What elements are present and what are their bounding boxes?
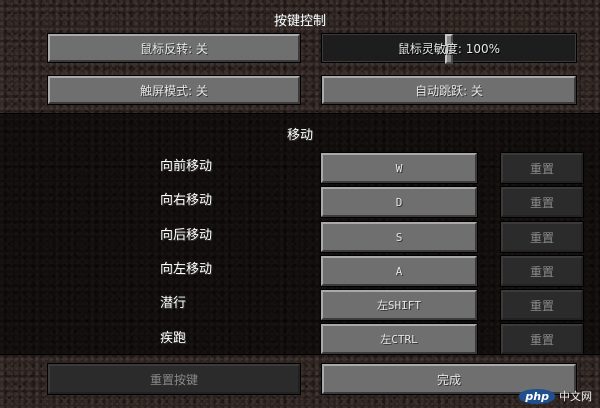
binding-label-sprint: 疾跑 (160, 331, 187, 346)
section-title-movement: 移动 (286, 128, 313, 143)
reset-all-keys-button[interactable]: 重置按键 (47, 363, 301, 395)
binding-key-right[interactable]: D (320, 186, 478, 218)
mouse-sensitivity-slider[interactable]: 鼠标灵敏度: 100% (321, 33, 577, 64)
binding-label-forward: 向前移动 (160, 159, 213, 174)
touchscreen-mode-button[interactable]: 触屏模式: 关 (47, 75, 301, 105)
watermark: php 中文网 (519, 388, 592, 404)
reset-button-left[interactable]: 重置 (500, 255, 584, 287)
binding-label-back: 向后移动 (160, 228, 213, 243)
mouse-invert-button[interactable]: 鼠标反转: 关 (47, 33, 301, 63)
binding-label-sneak: 潜行 (160, 296, 187, 311)
mouse-sensitivity-label: 鼠标灵敏度: 100% (397, 41, 501, 56)
reset-button-sneak[interactable]: 重置 (500, 289, 584, 321)
binding-label-left: 向左移动 (160, 262, 213, 277)
php-logo: php (519, 388, 555, 404)
binding-label-right: 向右移动 (160, 193, 213, 208)
screen-title: 按键控制 (273, 14, 326, 29)
auto-jump-button[interactable]: 自动跳跃: 关 (321, 75, 577, 105)
reset-button-right[interactable]: 重置 (500, 186, 584, 218)
binding-key-back[interactable]: S (320, 221, 478, 253)
binding-key-sneak[interactable]: 左SHIFT (320, 289, 478, 321)
reset-button-sprint[interactable]: 重置 (500, 323, 584, 355)
reset-button-forward[interactable]: 重置 (500, 152, 584, 184)
watermark-text: 中文网 (559, 390, 592, 403)
binding-key-forward[interactable]: W (320, 152, 478, 184)
reset-button-back[interactable]: 重置 (500, 221, 584, 253)
binding-key-sprint[interactable]: 左CTRL (320, 323, 478, 355)
binding-key-left[interactable]: A (320, 255, 478, 287)
